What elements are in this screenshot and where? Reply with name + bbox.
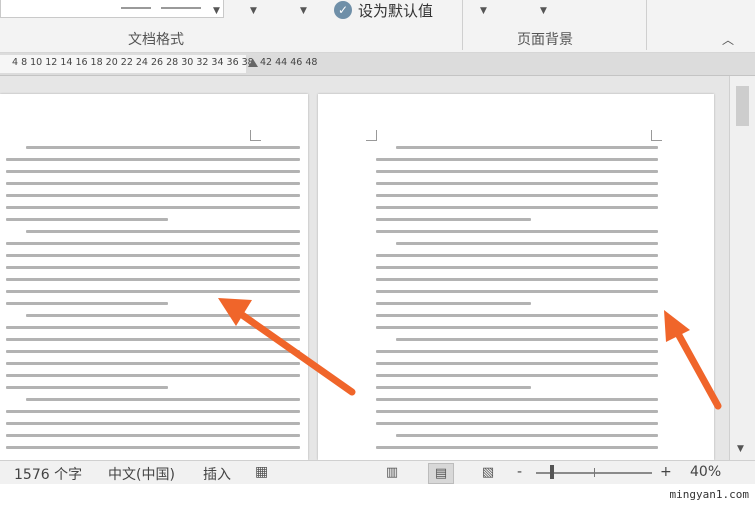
arrow-left-icon bbox=[218, 298, 356, 396]
word-count[interactable]: 1576 个字 bbox=[14, 464, 82, 484]
zoom-level[interactable]: 40% bbox=[690, 464, 721, 480]
zoom-in-button[interactable]: + bbox=[660, 464, 672, 480]
status-bar: 1576 个字 中文(中国) 插入 ▦ ▥ ▤ ▧ - + 40% bbox=[0, 460, 755, 485]
arrow-right-icon bbox=[664, 310, 722, 410]
zoom-out-button[interactable]: - bbox=[517, 464, 522, 480]
web-layout-icon[interactable]: ▧ bbox=[476, 463, 500, 482]
insert-mode-indicator[interactable]: 插入 bbox=[203, 464, 231, 484]
print-layout-icon[interactable]: ▤ bbox=[428, 463, 454, 484]
annotation-arrows bbox=[218, 298, 722, 410]
zoom-slider-knob[interactable] bbox=[550, 465, 554, 479]
read-mode-icon[interactable]: ▥ bbox=[380, 463, 404, 482]
macro-record-icon[interactable]: ▦ bbox=[255, 464, 268, 480]
language-indicator[interactable]: 中文(中国) bbox=[108, 464, 175, 484]
zoom-100-tick bbox=[594, 468, 595, 477]
watermark-bar: mingyan1.com bbox=[0, 484, 755, 508]
site-watermark: mingyan1.com bbox=[669, 488, 749, 501]
